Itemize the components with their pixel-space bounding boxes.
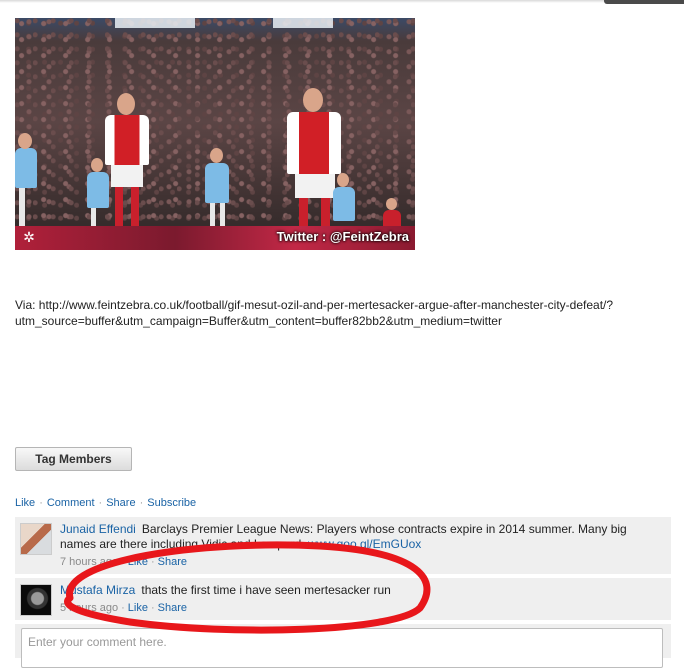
comment-body: Mustafa Mirza thats the first time i have… [60,583,665,598]
comment-item: Mustafa Mirza thats the first time i have… [15,578,671,620]
separator: · [98,497,103,509]
like-link[interactable]: Like [15,497,35,509]
tag-members-button[interactable]: Tag Members [15,447,132,471]
post-source: Via: http://www.feintzebra.co.uk/footbal… [15,297,675,329]
comment-author[interactable]: Mustafa Mirza [60,583,135,597]
zebra-logo-icon: ✲ [23,229,35,245]
comment-text: thats the first time i have seen mertesa… [141,583,391,597]
comment-author[interactable]: Junaid Effendi [60,522,136,536]
via-url[interactable]: http://www.feintzebra.co.uk/football/gif… [15,298,613,328]
avatar[interactable] [20,584,52,616]
avatar[interactable] [20,523,52,555]
comment-time: 7 hours ago [60,556,119,568]
top-bar-tab [604,0,684,4]
separator: · [121,556,125,568]
separator: · [150,556,155,568]
comment-like-link[interactable]: Like [128,556,148,568]
subscribe-link[interactable]: Subscribe [147,497,196,509]
stadium-banner [115,18,195,28]
comment-link-url[interactable]: www.goo.gl/EmGUox [308,537,421,551]
comment-share-link[interactable]: Share [158,602,187,614]
top-bar-shadow [0,0,684,3]
separator: · [139,497,144,509]
via-prefix: Via: [15,298,39,312]
post-actions: Like · Comment · Share · Subscribe [15,497,196,509]
comment-share-link[interactable]: Share [158,556,187,568]
comment-input[interactable] [21,628,663,668]
image-watermark: Twitter : @FeintZebra [276,229,409,244]
separator: · [121,602,125,614]
stadium-banner [273,18,333,28]
comment-time: 5 hours ago [60,602,119,614]
comment-like-link[interactable]: Like [128,602,148,614]
separator: · [39,497,43,509]
separator: · [150,602,155,614]
share-link[interactable]: Share [106,497,135,509]
stadium-crowd [15,18,415,250]
comment-meta: 7 hours ago · Like · Share [60,556,187,568]
comment-link[interactable]: Comment [47,497,95,509]
comment-item: Junaid Effendi Barclays Premier League Ne… [15,517,671,574]
post-image[interactable]: ✲ Twitter : @FeintZebra [15,18,415,250]
comment-body: Junaid Effendi Barclays Premier League Ne… [60,522,665,552]
comment-meta: 5 hours ago · Like · Share [60,602,187,614]
